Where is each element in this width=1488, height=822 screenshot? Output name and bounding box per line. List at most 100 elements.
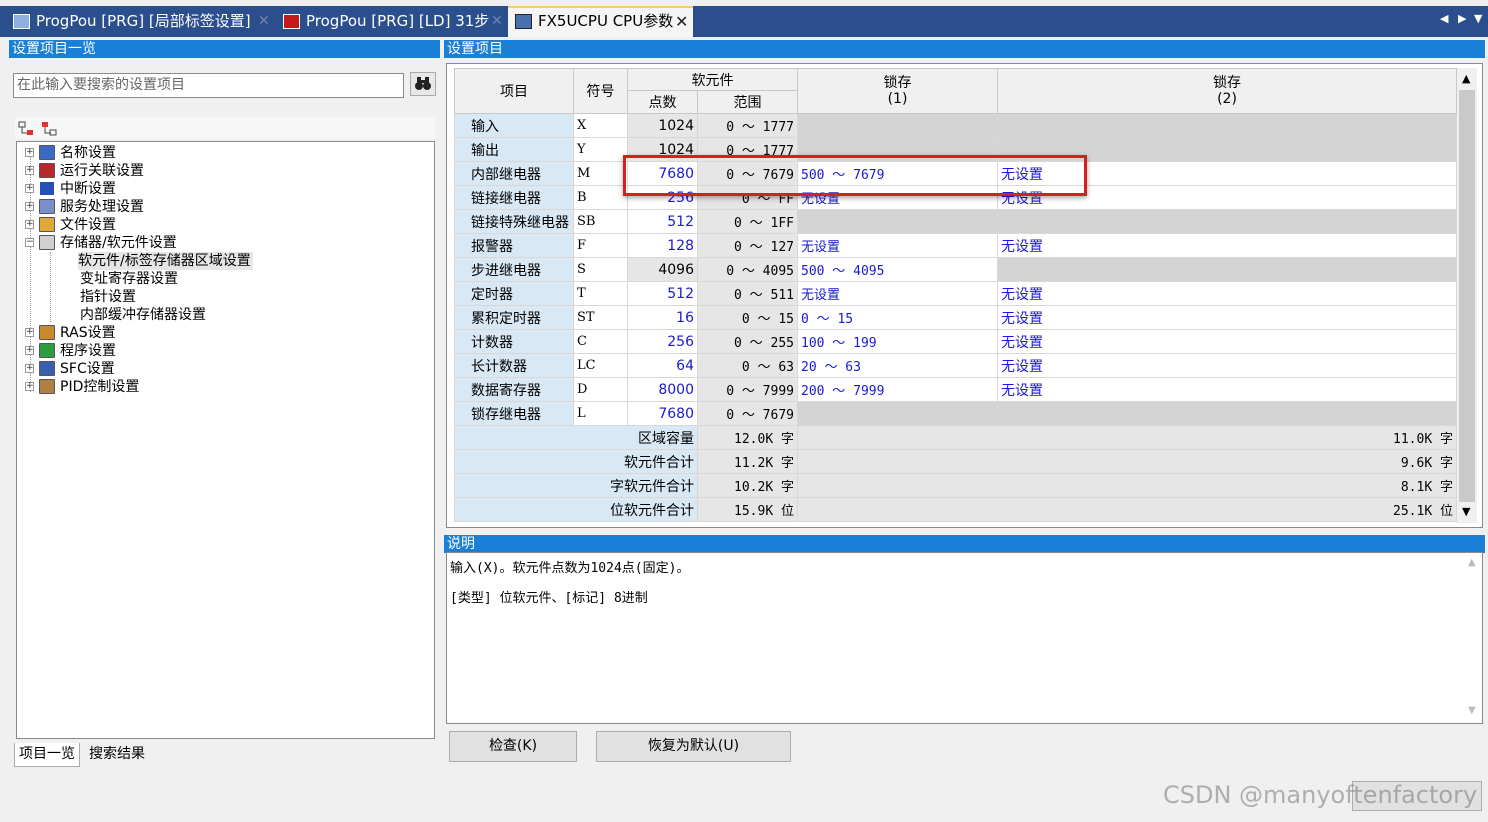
tab-label: ProgPou [PRG] [LD] 31步 bbox=[306, 12, 490, 30]
tree-item-interrupt-settings[interactable]: + 中断设置 bbox=[25, 180, 405, 198]
tree-item-run-settings[interactable]: + 运行关联设置 bbox=[25, 162, 405, 180]
device-name-cell: 链接特殊继电器 bbox=[454, 209, 574, 234]
expand-icon[interactable]: + bbox=[25, 346, 34, 355]
latch1-cell[interactable]: 0 ～ 15 bbox=[797, 305, 998, 330]
scroll-left-icon[interactable]: ◀ bbox=[1440, 12, 1448, 25]
device-points-cell[interactable]: 256 bbox=[627, 329, 698, 354]
tree-item-internal-buffer[interactable]: 内部缓冲存储器设置 bbox=[80, 306, 206, 324]
tree-item-program-settings[interactable]: + 程序设置 bbox=[25, 342, 405, 360]
expand-icon[interactable]: + bbox=[25, 202, 34, 211]
device-symbol-cell: X bbox=[573, 113, 628, 138]
tree-item-name-settings[interactable]: + 名称设置 bbox=[25, 144, 405, 162]
latch1-cell[interactable]: 无设置 bbox=[797, 233, 998, 258]
close-icon[interactable]: ✕ bbox=[258, 8, 270, 35]
device-points-cell[interactable]: 8000 bbox=[627, 377, 698, 402]
tree-item-ras-settings[interactable]: + RAS设置 bbox=[25, 324, 405, 342]
device-name-cell: 锁存继电器 bbox=[454, 401, 574, 426]
scroll-right-icon[interactable]: ▶ bbox=[1458, 12, 1466, 25]
device-points-cell[interactable]: 64 bbox=[627, 353, 698, 378]
binoculars-search-icon[interactable] bbox=[410, 72, 436, 96]
check-button[interactable]: 检查(K) bbox=[449, 731, 577, 762]
latch2-cell[interactable]: 无设置 bbox=[997, 281, 1457, 306]
table-scrollbar[interactable]: ▲ ▼ bbox=[1457, 68, 1477, 523]
device-points-cell[interactable]: 16 bbox=[627, 305, 698, 330]
device-points-cell: 1024 bbox=[627, 113, 698, 138]
latch2-cell bbox=[997, 113, 1457, 138]
latch2-cell[interactable]: 无设置 bbox=[997, 233, 1457, 258]
pid-settings-icon bbox=[39, 379, 55, 394]
expand-icon[interactable]: + bbox=[25, 148, 34, 157]
scroll-down-icon[interactable]: ▼ bbox=[1462, 505, 1470, 518]
device-points-cell[interactable]: 128 bbox=[627, 233, 698, 258]
device-row[interactable]: 输入 X 1024 0 ～ 1777 bbox=[454, 113, 1457, 138]
tab-local-label-settings[interactable]: ProgPou [PRG] [局部标签设置] ✕ bbox=[6, 8, 270, 35]
device-points-cell[interactable]: 512 bbox=[627, 281, 698, 306]
scroll-up-icon[interactable]: ▲ bbox=[1468, 557, 1476, 568]
collapse-icon[interactable]: − bbox=[25, 238, 34, 247]
latch1-cell[interactable]: 200 ～ 7999 bbox=[797, 377, 998, 402]
latch1-cell[interactable]: 100 ～ 199 bbox=[797, 329, 998, 354]
description-panel: 输入(X)。软元件点数为1024点(固定)。 [类型] 位软元件、[标记] 8进… bbox=[446, 552, 1483, 724]
latch1-cell[interactable]: 20 ～ 63 bbox=[797, 353, 998, 378]
scroll-thumb[interactable] bbox=[1459, 90, 1475, 502]
scroll-down-icon[interactable]: ▼ bbox=[1468, 705, 1476, 716]
dropdown-icon[interactable]: ▼ bbox=[1474, 12, 1482, 25]
tree-item-service-settings[interactable]: + 服务处理设置 bbox=[25, 198, 405, 216]
highlight-box bbox=[623, 155, 1087, 196]
expand-icon[interactable]: + bbox=[25, 364, 34, 373]
close-icon[interactable]: ✕ bbox=[675, 8, 688, 35]
latch2-cell[interactable]: 无设置 bbox=[997, 329, 1457, 354]
tree-item-memory-settings[interactable]: − 存储器/软元件设置 bbox=[25, 234, 405, 252]
tree-item-device-label-memory-area[interactable]: 软元件/标签存储器区域设置 bbox=[78, 252, 253, 270]
label-table-icon bbox=[13, 14, 30, 29]
device-row[interactable]: 步进继电器 S 4096 0 ～ 4095 500 ～ 4095 bbox=[454, 257, 1457, 282]
tree-item-pid-settings[interactable]: + PID控制设置 bbox=[25, 378, 405, 396]
device-row[interactable]: 链接特殊继电器 SB 512 0 ～ 1FF bbox=[454, 209, 1457, 234]
device-row[interactable]: 累积定时器 ST 16 0 ～ 15 0 ～ 15 无设置 bbox=[454, 305, 1457, 330]
tree-item-index-register[interactable]: 变址寄存器设置 bbox=[80, 270, 178, 288]
device-range-cell: 0 ～ 511 bbox=[697, 281, 798, 306]
tab-cpu-parameters[interactable]: FX5UCPU CPU参数 ✕ bbox=[508, 6, 693, 37]
latch1-cell[interactable]: 500 ～ 4095 bbox=[797, 257, 998, 282]
device-row[interactable]: 报警器 F 128 0 ～ 127 无设置 无设置 bbox=[454, 233, 1457, 258]
expand-icon[interactable]: + bbox=[25, 382, 34, 391]
search-input[interactable]: 在此输入要搜索的设置项目 bbox=[13, 73, 404, 98]
service-settings-icon bbox=[39, 199, 55, 214]
latch2-cell[interactable]: 无设置 bbox=[997, 305, 1457, 330]
device-name-cell: 输入 bbox=[454, 113, 574, 138]
device-row[interactable]: 定时器 T 512 0 ～ 511 无设置 无设置 bbox=[454, 281, 1457, 306]
device-row[interactable]: 长计数器 LC 64 0 ～ 63 20 ～ 63 无设置 bbox=[454, 353, 1457, 378]
summary-latch-value: 9.6K 字 bbox=[797, 449, 1457, 474]
latch1-cell[interactable]: 无设置 bbox=[797, 281, 998, 306]
tab-item-list[interactable]: 项目一览 bbox=[14, 743, 80, 767]
tree-item-sfc-settings[interactable]: + SFC设置 bbox=[25, 360, 405, 378]
restore-default-button[interactable]: 恢复为默认(U) bbox=[596, 731, 791, 762]
tree-item-file-settings[interactable]: + 文件设置 bbox=[25, 216, 405, 234]
device-row[interactable]: 计数器 C 256 0 ～ 255 100 ～ 199 无设置 bbox=[454, 329, 1457, 354]
expand-icon[interactable]: + bbox=[25, 328, 34, 337]
expand-icon[interactable]: + bbox=[25, 220, 34, 229]
scroll-up-icon[interactable]: ▲ bbox=[1462, 72, 1470, 85]
device-points-cell[interactable]: 7680 bbox=[627, 401, 698, 426]
close-icon[interactable]: ✕ bbox=[491, 8, 503, 35]
tab-search-results[interactable]: 搜索结果 bbox=[85, 743, 149, 767]
latch1-cell bbox=[797, 401, 998, 426]
device-name-cell: 报警器 bbox=[454, 233, 574, 258]
summary-label: 字软元件合计 bbox=[454, 473, 698, 498]
collapse-all-icon[interactable] bbox=[41, 120, 57, 136]
latch2-cell[interactable]: 无设置 bbox=[997, 353, 1457, 378]
device-row[interactable]: 锁存继电器 L 7680 0 ～ 7679 bbox=[454, 401, 1457, 426]
tree-item-pointer-settings[interactable]: 指针设置 bbox=[80, 288, 136, 306]
tab-ladder-program[interactable]: ProgPou [PRG] [LD] 31步 ✕ bbox=[276, 8, 503, 35]
expand-icon[interactable]: + bbox=[25, 166, 34, 175]
device-range-cell: 0 ～ 63 bbox=[697, 353, 798, 378]
ladder-icon bbox=[283, 14, 300, 29]
device-symbol-cell: D bbox=[573, 377, 628, 402]
device-range-cell: 0 ～ 7999 bbox=[697, 377, 798, 402]
device-points-cell[interactable]: 512 bbox=[627, 209, 698, 234]
expand-all-icon[interactable] bbox=[18, 120, 34, 136]
expand-icon[interactable]: + bbox=[25, 184, 34, 193]
summary-label: 软元件合计 bbox=[454, 449, 698, 474]
device-row[interactable]: 数据寄存器 D 8000 0 ～ 7999 200 ～ 7999 无设置 bbox=[454, 377, 1457, 402]
latch2-cell[interactable]: 无设置 bbox=[997, 377, 1457, 402]
